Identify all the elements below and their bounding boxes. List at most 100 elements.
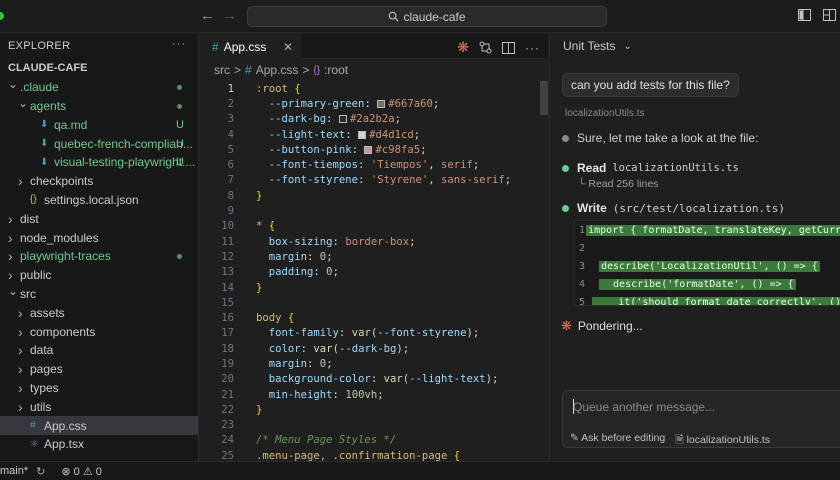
code-token: --light-text xyxy=(256,128,346,141)
chat-header[interactable]: Unit Tests ⌄ xyxy=(550,33,840,59)
title-bar: ← → claude-cafe xyxy=(0,0,840,33)
code-token: font-family xyxy=(256,327,339,340)
code-token: 'Tiempos' xyxy=(370,159,429,172)
layout-icon[interactable] xyxy=(823,9,836,21)
tree-item[interactable]: › assets xyxy=(0,303,198,322)
code-token: { xyxy=(453,449,461,462)
chevron-down-icon[interactable]: ⌄ xyxy=(623,41,631,52)
code-text: margin: 0; xyxy=(234,358,333,370)
tree-item[interactable]: ⬇ visual-testing-playwright.... U xyxy=(0,153,198,172)
tree-item[interactable]: ⬇ qa.md U xyxy=(0,115,198,134)
split-editor-icon[interactable] xyxy=(502,41,515,54)
tree-item-label: App.css xyxy=(44,418,87,433)
color-swatch[interactable] xyxy=(358,130,367,139)
tree-item-label: App.tsx xyxy=(44,437,85,452)
problems-indicator[interactable]: ⊗ 0 ⚠ 0 xyxy=(61,465,102,478)
tree-item[interactable]: › checkpoints xyxy=(0,172,198,191)
sync-icon[interactable]: ↻ xyxy=(36,465,45,478)
code-line: 8} xyxy=(200,188,540,203)
tree-corner-icon: └ xyxy=(578,178,586,190)
tree-item[interactable]: › utils xyxy=(0,397,198,416)
code-token: .menu-page, .confirmation-page xyxy=(256,449,454,462)
ask-before-editing-toggle[interactable]: ✎ Ask before editing xyxy=(570,432,665,450)
back-arrow-icon[interactable]: ← xyxy=(200,7,215,24)
diff-line-number: 2 xyxy=(579,242,586,254)
explorer-sidebar: EXPLORER ··· CLAUDE-CAFE ⌄ .claude ⌄ agents… xyxy=(0,33,199,461)
tree-item[interactable]: ⌄ src xyxy=(0,285,198,304)
line-number: 11 xyxy=(221,235,234,248)
breadcrumb-folder[interactable]: src xyxy=(214,63,230,77)
line-number: 24 xyxy=(221,434,234,447)
diff-added-text: import { formatDate, translateKey, getCu… xyxy=(586,224,840,236)
code-token: { xyxy=(268,220,276,233)
line-number: 22 xyxy=(221,403,234,416)
code-token: , xyxy=(428,159,441,172)
read-tool-call[interactable]: Read localizationUtils.ts xyxy=(562,161,739,175)
explorer-title: EXPLORER xyxy=(8,40,71,52)
claude-spark-icon[interactable]: ❋ xyxy=(457,39,469,56)
code-text: .menu-page, .confirmation-page { xyxy=(234,450,460,462)
tree-item[interactable]: › public xyxy=(0,266,198,285)
branch-indicator[interactable]: main* xyxy=(0,465,28,477)
claude-spark-icon: ❋ xyxy=(561,318,572,333)
tree-item[interactable]: # App.css xyxy=(0,416,198,435)
code-token: ); xyxy=(466,327,480,340)
diff-line: 2 xyxy=(575,239,840,257)
tree-item[interactable]: ⌄ .claude xyxy=(0,78,198,97)
tree-item[interactable]: › playwright-traces xyxy=(0,247,198,266)
code-line: 23 xyxy=(200,418,540,433)
chevron-down-icon: ⌄ xyxy=(8,77,19,92)
git-status-badge: U xyxy=(176,137,184,150)
workspace-root[interactable]: CLAUDE-CAFE xyxy=(0,59,198,78)
file-context-chip[interactable]: 🗎 localizationUtils.ts xyxy=(675,432,770,450)
color-swatch[interactable] xyxy=(338,115,347,124)
code-token: --font-styrene xyxy=(377,327,467,340)
code-token: } xyxy=(256,403,263,416)
code-text: } xyxy=(234,404,262,416)
code-text: --primary-green: #667a60; xyxy=(234,97,440,110)
code-text: /* Menu Page Styles */ xyxy=(234,434,396,446)
tree-item[interactable]: › components xyxy=(0,322,198,341)
forward-arrow-icon[interactable]: → xyxy=(222,7,237,24)
tree-item[interactable]: ⬇ quebec-french-complian... U xyxy=(0,134,198,153)
tree-item[interactable]: › data xyxy=(0,341,198,360)
tree-item[interactable]: › types xyxy=(0,379,198,398)
code-token: ; xyxy=(332,266,339,279)
code-token: sans-serif xyxy=(441,174,505,187)
tree-item[interactable]: ⚛ App.tsx xyxy=(0,435,198,454)
chevron-right-icon: › xyxy=(8,210,13,227)
breadcrumb-file[interactable]: App.css xyxy=(256,63,299,77)
breadcrumb-symbol[interactable]: :root xyxy=(324,63,348,77)
markdown-file-icon: ⬇ xyxy=(40,138,49,150)
code-line: 24 /* Menu Page Styles */ xyxy=(200,433,540,448)
git-status-dot xyxy=(177,253,182,259)
tree-item[interactable]: › pages xyxy=(0,360,198,379)
color-swatch[interactable] xyxy=(364,145,373,154)
editor-scrollbar[interactable] xyxy=(540,81,548,115)
command-center-search[interactable]: claude-cafe xyxy=(247,6,607,27)
more-actions-icon[interactable]: ··· xyxy=(525,41,540,55)
compare-changes-icon[interactable] xyxy=(479,41,492,54)
code-text: --font-styrene: 'Styrene', sans-serif; xyxy=(234,174,511,186)
code-area[interactable]: 1:root {2 --primary-green: #667a60; 3 --d… xyxy=(200,81,540,462)
chevron-right-icon: › xyxy=(18,379,23,396)
diff-preview[interactable]: 1 import { formatDate, translateKey, getC… xyxy=(574,220,840,306)
more-actions-icon[interactable]: ··· xyxy=(172,38,186,50)
write-tool-call[interactable]: Write (src/test/localization.ts) xyxy=(562,201,785,215)
tree-item[interactable]: › node_modules xyxy=(0,228,198,247)
tree-item[interactable]: {} settings.local.json xyxy=(0,191,198,210)
json-file-icon: {} xyxy=(30,194,37,206)
tree-item[interactable]: ⌄ agents xyxy=(0,97,198,116)
window-control-dot[interactable] xyxy=(0,12,4,20)
message-input[interactable]: Queue another message... ✎ Ask before ed… xyxy=(562,390,840,448)
code-line: 9 xyxy=(200,203,540,218)
code-token: --primary-green xyxy=(256,97,365,110)
toggle-panel-icon[interactable] xyxy=(798,9,811,21)
tab-app-css[interactable]: # App.css ✕ xyxy=(200,33,301,59)
tree-item-label: assets xyxy=(30,305,65,320)
color-swatch[interactable] xyxy=(377,99,386,108)
file-chip-label: localizationUtils.ts xyxy=(686,434,771,446)
close-icon[interactable]: ✕ xyxy=(283,40,293,54)
tree-item[interactable]: › dist xyxy=(0,209,198,228)
code-line: 19 margin: 0; xyxy=(200,356,540,371)
